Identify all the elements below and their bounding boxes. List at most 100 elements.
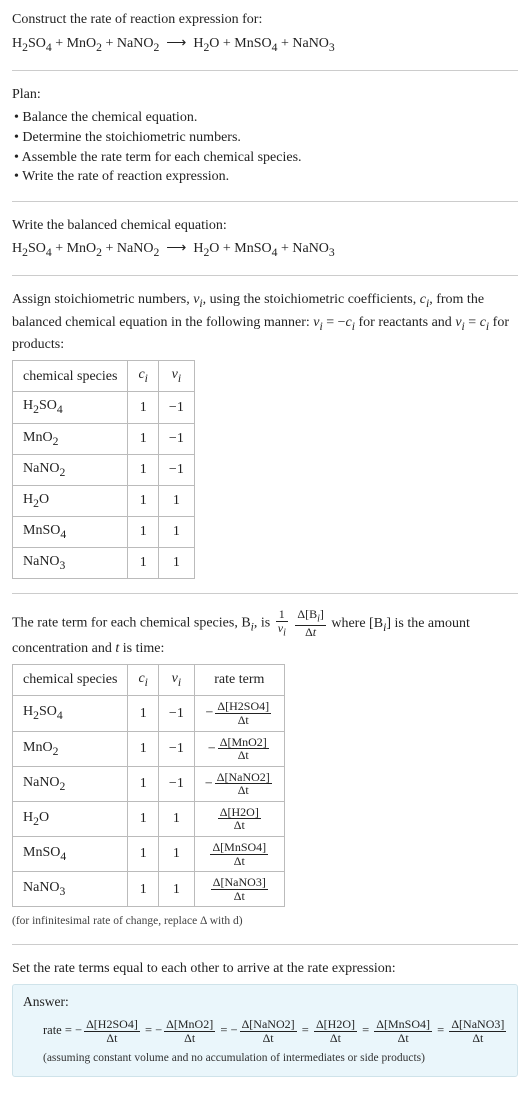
plan-section: Plan: • Balance the chemical equation. •… bbox=[12, 85, 518, 187]
col-vi: νi bbox=[158, 361, 194, 392]
cell-rate-term: Δ[NaNO3]Δt bbox=[194, 872, 284, 907]
table-header-row: chemical species ci νi rate term bbox=[13, 665, 285, 696]
stoich-table: chemical species ci νi H2SO41−1MnO21−1Na… bbox=[12, 360, 195, 579]
cell-rate-term: Δ[MnSO4]Δt bbox=[194, 837, 284, 872]
cell-species: H2SO4 bbox=[13, 696, 128, 731]
col-species: chemical species bbox=[13, 665, 128, 696]
divider bbox=[12, 944, 518, 945]
cell-species: H2O bbox=[13, 485, 128, 516]
cell-rate-term: −Δ[NaNO2]Δt bbox=[194, 766, 284, 801]
table-row: MnO21−1 bbox=[13, 423, 195, 454]
cell-vi: −1 bbox=[158, 731, 194, 766]
cell-vi: −1 bbox=[158, 696, 194, 731]
plan-item: • Determine the stoichiometric numbers. bbox=[14, 128, 518, 148]
cell-ci: 1 bbox=[128, 516, 158, 547]
table-header-row: chemical species ci νi bbox=[13, 361, 195, 392]
rate-term-frac: Δ[MnSO4]Δt bbox=[374, 1018, 432, 1044]
cell-vi: −1 bbox=[158, 766, 194, 801]
plan-item: • Write the rate of reaction expression. bbox=[14, 167, 518, 187]
plan-item-text: Determine the stoichiometric numbers. bbox=[22, 130, 241, 145]
divider bbox=[12, 593, 518, 594]
table-row: H2SO41−1 bbox=[13, 392, 195, 423]
balanced-equation: H2SO4 + MnO2 + NaNO2 ⟶ H2O + MnSO4 + NaN… bbox=[12, 239, 518, 261]
col-ci: ci bbox=[128, 361, 158, 392]
cell-ci: 1 bbox=[128, 696, 158, 731]
cell-vi: 1 bbox=[158, 837, 194, 872]
cell-vi: 1 bbox=[158, 548, 194, 579]
cell-vi: −1 bbox=[158, 423, 194, 454]
rate-term-frac: Δ[H2O]Δt bbox=[314, 1018, 357, 1044]
frac-num: Δ[Bi] bbox=[295, 608, 326, 626]
plan-item: • Balance the chemical equation. bbox=[14, 108, 518, 128]
col-ci: ci bbox=[128, 665, 158, 696]
assumption-note: (assuming constant volume and no accumul… bbox=[43, 1050, 507, 1066]
rate-intro-frac2: Δ[Bi] Δt bbox=[295, 608, 326, 638]
rate-intro-frac1: 1 νi bbox=[276, 608, 288, 638]
cell-vi: −1 bbox=[158, 392, 194, 423]
frac-den: Δt bbox=[295, 626, 326, 639]
cell-species: NaNO3 bbox=[13, 872, 128, 907]
answer-label: Answer: bbox=[23, 993, 507, 1012]
col-rate-term: rate term bbox=[194, 665, 284, 696]
cell-ci: 1 bbox=[128, 872, 158, 907]
cell-ci: 1 bbox=[128, 766, 158, 801]
plan-item-text: Write the rate of reaction expression. bbox=[22, 169, 229, 184]
cell-species: NaNO3 bbox=[13, 548, 128, 579]
cell-ci: 1 bbox=[128, 837, 158, 872]
table-row: MnO21−1−Δ[MnO2]Δt bbox=[13, 731, 285, 766]
cell-ci: 1 bbox=[128, 801, 158, 836]
intro-equation: H2SO4 + MnO2 + NaNO2 ⟶ H2O + MnSO4 + NaN… bbox=[12, 34, 518, 56]
cell-ci: 1 bbox=[128, 731, 158, 766]
rate-term-frac: Δ[H2SO4]Δt bbox=[84, 1018, 140, 1044]
plan-item-text: Balance the chemical equation. bbox=[22, 110, 197, 125]
rate-terms-table: chemical species ci νi rate term H2SO41−… bbox=[12, 664, 285, 907]
cell-species: NaNO2 bbox=[13, 454, 128, 485]
stoich-intro: Assign stoichiometric numbers, νi, using… bbox=[12, 290, 518, 354]
rate-term-frac: Δ[NaNO3]Δt bbox=[449, 1018, 506, 1044]
rate-prefix: rate = bbox=[43, 1023, 75, 1037]
cell-rate-term: Δ[H2O]Δt bbox=[194, 801, 284, 836]
table-row: H2O11 bbox=[13, 485, 195, 516]
cell-rate-term: −Δ[MnO2]Δt bbox=[194, 731, 284, 766]
table-row: NaNO311Δ[NaNO3]Δt bbox=[13, 872, 285, 907]
cell-species: MnO2 bbox=[13, 423, 128, 454]
cell-rate-term: −Δ[H2SO4]Δt bbox=[194, 696, 284, 731]
rate-term-frac: Δ[NaNO2]Δt bbox=[240, 1018, 297, 1044]
rate-term-frac: Δ[MnO2]Δt bbox=[164, 1018, 215, 1044]
answer-box: Answer: rate = −Δ[H2SO4]Δt = −Δ[MnO2]Δt … bbox=[12, 984, 518, 1077]
rate-terms-intro: The rate term for each chemical species,… bbox=[12, 608, 518, 658]
cell-ci: 1 bbox=[128, 485, 158, 516]
table-row: NaNO21−1 bbox=[13, 454, 195, 485]
frac-num: 1 bbox=[276, 608, 288, 622]
plan-header: Plan: bbox=[12, 85, 518, 105]
cell-ci: 1 bbox=[128, 392, 158, 423]
cell-ci: 1 bbox=[128, 548, 158, 579]
balanced-header: Write the balanced chemical equation: bbox=[12, 216, 518, 236]
final-section: Set the rate terms equal to each other t… bbox=[12, 959, 518, 1078]
cell-vi: 1 bbox=[158, 516, 194, 547]
rate-terms-note: (for infinitesimal rate of change, repla… bbox=[12, 913, 518, 929]
balanced-section: Write the balanced chemical equation: H2… bbox=[12, 216, 518, 262]
plan-item-text: Assemble the rate term for each chemical… bbox=[22, 150, 302, 165]
cell-species: H2O bbox=[13, 801, 128, 836]
cell-vi: 1 bbox=[158, 872, 194, 907]
cell-vi: 1 bbox=[158, 485, 194, 516]
rate-intro-pre: The rate term for each chemical species,… bbox=[12, 616, 251, 631]
frac-den: νi bbox=[276, 622, 288, 639]
plan-item: • Assemble the rate term for each chemic… bbox=[14, 148, 518, 168]
cell-species: MnSO4 bbox=[13, 837, 128, 872]
cell-vi: −1 bbox=[158, 454, 194, 485]
table-row: H2O11Δ[H2O]Δt bbox=[13, 801, 285, 836]
intro-section: Construct the rate of reaction expressio… bbox=[12, 10, 518, 56]
plan-list: • Balance the chemical equation. • Deter… bbox=[12, 108, 518, 186]
stoich-section: Assign stoichiometric numbers, νi, using… bbox=[12, 290, 518, 579]
col-species: chemical species bbox=[13, 361, 128, 392]
cell-species: MnO2 bbox=[13, 731, 128, 766]
table-row: NaNO311 bbox=[13, 548, 195, 579]
rate-intro-mid: , is bbox=[254, 616, 274, 631]
rate-terms-section: The rate term for each chemical species,… bbox=[12, 608, 518, 929]
cell-species: NaNO2 bbox=[13, 766, 128, 801]
cell-species: H2SO4 bbox=[13, 392, 128, 423]
table-row: MnSO411Δ[MnSO4]Δt bbox=[13, 837, 285, 872]
col-vi: νi bbox=[158, 665, 194, 696]
